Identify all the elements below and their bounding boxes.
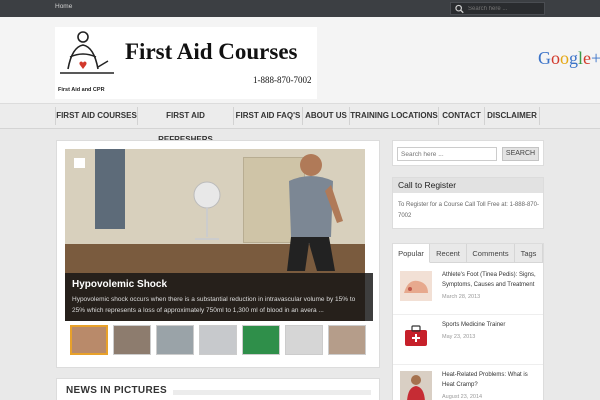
tab-recent[interactable]: Recent: [430, 244, 467, 263]
featured-slider-card: Hypovolemic Shock Hypovolemic shock occu…: [56, 140, 380, 368]
post-date: August 23, 2014: [442, 394, 483, 400]
nav-item-first-aid-refreshers[interactable]: FIRST AID REFRESHERS: [138, 104, 233, 144]
post-title[interactable]: Athlete's Foot (Tinea Pedis): Signs, Sym…: [442, 270, 542, 290]
top-search-input[interactable]: [468, 4, 542, 14]
tabbed-posts-widget: Popular Recent Comments Tags Athlete's F…: [392, 243, 544, 400]
sidebar-search-input[interactable]: [397, 147, 497, 161]
slider-thumbnail[interactable]: [285, 325, 323, 355]
news-section-title: NEWS IN PICTURES: [66, 385, 167, 396]
cpr-figure-icon: [60, 31, 114, 74]
nav-divider: [539, 107, 540, 125]
nav-item-first-aid-faqs[interactable]: FIRST AID FAQ'S: [234, 104, 302, 128]
nav-item-first-aid-courses[interactable]: FIRST AID COURSES: [56, 104, 137, 128]
nav-item-about-us[interactable]: ABOUT US: [303, 104, 349, 128]
section-title-divider: [173, 390, 371, 395]
sidebar-search-widget: SEARCH: [392, 140, 544, 166]
call-widget-title: Call to Register: [393, 178, 543, 193]
slide-title[interactable]: Hypovolemic Shock: [72, 279, 167, 290]
popular-post-item[interactable]: Sports Medicine Trainer May 23, 2013: [393, 315, 543, 365]
post-thumbnail: [400, 271, 432, 301]
call-to-register-widget: Call to Register To Register for a Cours…: [392, 177, 544, 229]
nav-item-disclaimer[interactable]: DISCLAIMER: [485, 104, 539, 128]
slider-thumbnail[interactable]: [328, 325, 366, 355]
news-in-pictures-section: NEWS IN PICTURES: [56, 378, 380, 400]
tab-tags[interactable]: Tags: [515, 244, 543, 263]
site-logo[interactable]: First Aid and CPR First Aid Courses 1-88…: [55, 27, 317, 99]
fan-icon: [193, 181, 221, 240]
nav-item-contact[interactable]: CONTACT: [439, 104, 484, 128]
logo-subtitle: First Aid and CPR: [58, 87, 105, 93]
top-bar: Home: [0, 0, 600, 17]
logo-title: First Aid Courses: [125, 39, 298, 64]
post-date: March 28, 2013: [442, 294, 481, 300]
post-title[interactable]: Heat-Related Problems: What is Heat Cram…: [442, 370, 542, 390]
slide-shelf: [95, 149, 125, 229]
slider-thumbnail[interactable]: [199, 325, 237, 355]
nav-item-training-locations[interactable]: TRAINING LOCATIONS: [350, 104, 438, 128]
instructor-figure: [287, 154, 343, 271]
popular-post-item[interactable]: Heat-Related Problems: What is Heat Cram…: [393, 365, 543, 400]
post-date: May 23, 2013: [442, 334, 476, 340]
google-plus-link[interactable]: Google+: [538, 48, 600, 69]
main-nav: FIRST AID COURSES FIRST AID REFRESHERS F…: [0, 103, 600, 144]
top-search-box: [450, 2, 545, 15]
tab-popular[interactable]: Popular: [393, 244, 430, 263]
slider-thumbnail[interactable]: [113, 325, 151, 355]
sidebar-search-button[interactable]: SEARCH: [502, 147, 539, 161]
slide-excerpt: Hypovolemic shock occurs when there is a…: [72, 296, 356, 314]
slide-caption: Hypovolemic Shock Hypovolemic shock occu…: [65, 273, 373, 321]
search-icon[interactable]: [454, 4, 465, 14]
call-widget-text: To Register for a Course Call Toll Free …: [398, 202, 539, 219]
popular-post-item[interactable]: Athlete's Foot (Tinea Pedis): Signs, Sym…: [393, 265, 543, 315]
site-header: First Aid and CPR First Aid Courses 1-88…: [0, 17, 600, 103]
slider-thumbnail[interactable]: [70, 325, 108, 355]
slider-thumbnail[interactable]: [156, 325, 194, 355]
home-link[interactable]: Home: [55, 3, 72, 10]
slider-thumbnail[interactable]: [242, 325, 280, 355]
post-thumbnail: [400, 371, 432, 400]
gallery-icon: [74, 158, 85, 168]
slider-thumbnails: [65, 325, 375, 355]
tab-comments[interactable]: Comments: [467, 244, 515, 263]
post-thumbnail: [400, 321, 432, 351]
post-title[interactable]: Sports Medicine Trainer: [442, 320, 542, 330]
header-phone: 1-888-870-7002: [253, 75, 312, 85]
